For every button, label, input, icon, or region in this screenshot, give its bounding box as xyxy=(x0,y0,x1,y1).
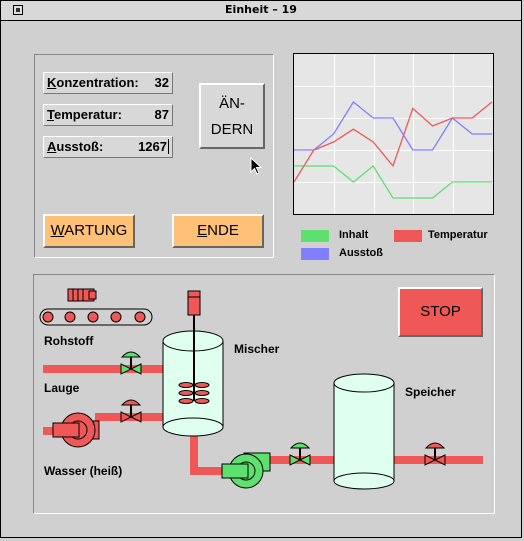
legend-label-ausstoss: Ausstoß xyxy=(339,247,383,259)
application-window: Einheit – 19 Konzentration: 32 Temperatu… xyxy=(0,0,522,538)
konzentration-field[interactable]: Konzentration: 32 xyxy=(43,72,173,94)
mouse-cursor-icon xyxy=(250,157,263,175)
konzentration-label: Konzentration: xyxy=(47,75,139,90)
speicher-label: Speicher xyxy=(405,385,456,399)
temperatur-field[interactable]: Temperatur: 87 xyxy=(43,104,173,126)
stop-button[interactable]: STOP xyxy=(398,287,483,337)
aendern-line1: ÄN- xyxy=(219,95,245,112)
trend-chart xyxy=(293,53,494,215)
legend-label-temperatur: Temperatur xyxy=(428,229,488,241)
temperatur-label: Temperatur: xyxy=(47,107,122,122)
trend-chart-plot xyxy=(294,54,493,214)
legend-swatch-ausstoss xyxy=(301,248,329,260)
ende-button[interactable]: ENDE xyxy=(172,214,264,248)
aendern-line2: DERN xyxy=(210,121,254,138)
legend-swatch-inhalt xyxy=(301,230,329,242)
temperatur-value: 87 xyxy=(154,107,169,122)
konzentration-value: 32 xyxy=(154,75,169,90)
legend-swatch-temperatur xyxy=(394,230,422,242)
legend-label-inhalt: Inhalt xyxy=(339,229,369,241)
lauge-label: Lauge xyxy=(44,381,80,395)
rohstoff-label: Rohstoff xyxy=(44,334,94,348)
ausstoss-label: Ausstoß: xyxy=(47,139,104,154)
wasser-label: Wasser (heiß) xyxy=(44,464,123,478)
mischer-label: Mischer xyxy=(234,342,280,356)
title-bar[interactable]: Einheit – 19 xyxy=(1,1,521,21)
wartung-button[interactable]: WARTUNG xyxy=(43,214,135,248)
chart-series-aussto xyxy=(294,101,492,151)
ausstoss-value: 1267 xyxy=(138,139,169,154)
ausstoss-field[interactable]: Ausstoß: 1267 xyxy=(43,136,173,158)
window-title: Einheit – 19 xyxy=(225,3,297,16)
aendern-button[interactable]: ÄN- DERN xyxy=(199,83,265,149)
